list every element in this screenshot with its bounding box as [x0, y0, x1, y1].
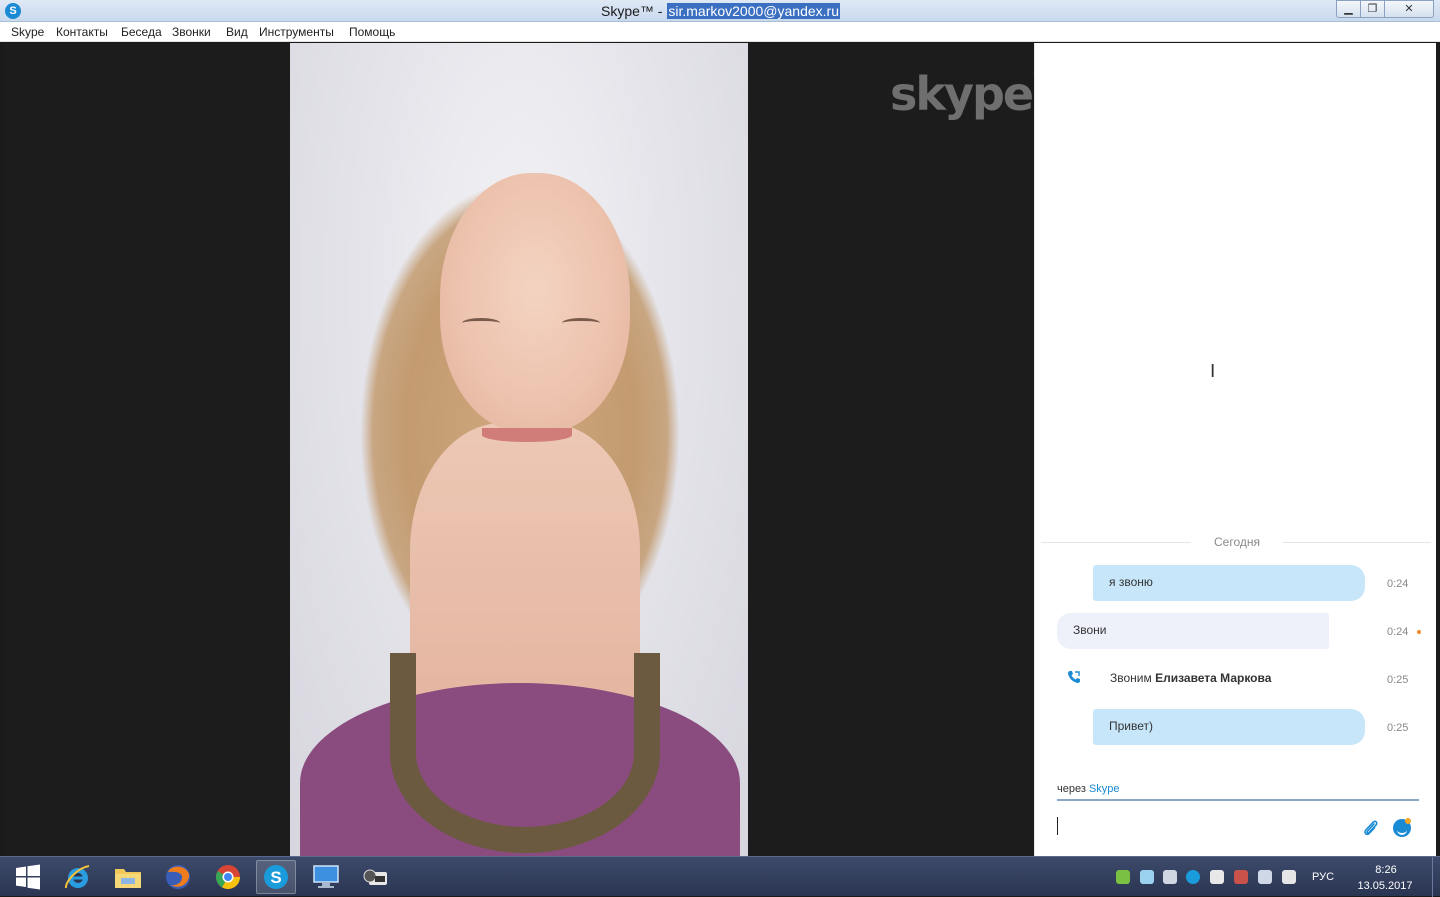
menu-calls[interactable]: Звонки [172, 25, 211, 39]
menu-bar: Skype Контакты Беседа Звонки Вид Инструм… [0, 22, 1440, 42]
video-call-area[interactable]: skype [4, 43, 1034, 856]
call-event-text: Звоним Елизавета Маркова [1110, 671, 1271, 685]
video-figure-eye-left [462, 318, 500, 328]
message-input[interactable] [1057, 813, 1347, 843]
video-figure-necklace [390, 653, 660, 853]
firefox-icon[interactable] [158, 860, 198, 894]
menu-contacts[interactable]: Контакты [56, 25, 108, 39]
ibeam-cursor-icon: I [1210, 361, 1216, 382]
message-text: Звони [1073, 623, 1107, 637]
language-indicator[interactable]: РУС [1312, 871, 1334, 883]
message-time: 0:25 [1387, 722, 1409, 734]
clock-date[interactable]: 13.05.2017 [1352, 880, 1418, 892]
message-time: 0:25 [1387, 674, 1409, 686]
sync-tray-icon[interactable] [1140, 870, 1154, 884]
taskbar: S РУС 8:26 13.05.2017 [0, 856, 1440, 897]
paperclip-icon[interactable] [1361, 818, 1379, 838]
skype-watermark-logo: skype [890, 67, 1042, 121]
unread-indicator [1417, 630, 1421, 634]
via-prefix: через [1057, 783, 1089, 795]
menu-conversation[interactable]: Беседа [121, 25, 162, 39]
title-bar: S Skype™ - sir.markov2000@yandex.ru ▁ ❐ … [0, 0, 1440, 22]
flag-tray-icon[interactable] [1210, 870, 1224, 884]
message-text: Привет) [1109, 719, 1154, 733]
window-title-prefix: Skype™ - [601, 3, 667, 19]
tools-tray-icon[interactable] [1234, 870, 1248, 884]
security-tray-icon[interactable] [1116, 870, 1130, 884]
message-bubble-incoming[interactable]: Звони [1057, 613, 1329, 649]
date-label: Сегодня [1191, 535, 1283, 549]
minimize-button[interactable]: ▁ [1336, 0, 1360, 18]
close-button[interactable]: ✕ [1384, 0, 1434, 18]
remote-video-feed [290, 43, 748, 856]
compose-divider [1057, 799, 1419, 801]
date-divider: Сегодня [1041, 533, 1431, 553]
window-title-account: sir.markov2000@yandex.ru [667, 3, 840, 19]
menu-tools[interactable]: Инструменты [259, 25, 334, 39]
menu-help[interactable]: Помощь [349, 25, 395, 39]
menu-skype[interactable]: Skype [11, 25, 44, 39]
svg-text:S: S [270, 868, 281, 887]
text-caret [1057, 817, 1058, 835]
usb-tray-icon[interactable] [1163, 870, 1177, 884]
via-skype-link[interactable]: Skype [1089, 783, 1120, 795]
phone-icon [1068, 671, 1080, 683]
internet-explorer-icon[interactable] [58, 860, 98, 894]
skype-icon[interactable]: S [256, 860, 296, 894]
message-bubble-outgoing[interactable]: Привет) [1093, 709, 1365, 745]
network-tray-icon[interactable] [1258, 870, 1272, 884]
video-figure-face [440, 173, 630, 433]
call-contact-name[interactable]: Елизавета Маркова [1155, 671, 1271, 685]
show-desktop-button[interactable] [1432, 857, 1440, 897]
video-figure-eye-right [562, 318, 600, 328]
call-event-prefix: Звоним [1110, 671, 1156, 685]
windows-start-icon[interactable] [8, 860, 48, 894]
video-figure-mouth [482, 428, 572, 442]
message-text: я звоню [1109, 575, 1153, 589]
restore-button[interactable]: ❐ [1360, 0, 1384, 18]
file-explorer-icon[interactable] [108, 860, 148, 894]
message-bubble-outgoing[interactable]: я звоню [1093, 565, 1365, 601]
skype-tray-icon[interactable] [1186, 870, 1200, 884]
message-time: 0:24 [1387, 578, 1409, 590]
volume-tray-icon[interactable] [1282, 870, 1296, 884]
clock-time[interactable]: 8:26 [1356, 864, 1416, 876]
emoticon-icon[interactable] [1393, 818, 1411, 837]
chat-panel: I Сегодня я звоню 0:24 Звони 0:24 Звоним… [1034, 43, 1436, 856]
window-title: Skype™ - sir.markov2000@yandex.ru [0, 3, 1440, 19]
desktop-icon[interactable] [306, 860, 346, 894]
menu-view[interactable]: Вид [226, 25, 248, 39]
message-time: 0:24 [1387, 626, 1409, 638]
chrome-icon[interactable] [208, 860, 248, 894]
via-skype-label: через Skype [1057, 783, 1120, 795]
media-icon[interactable] [356, 860, 396, 894]
